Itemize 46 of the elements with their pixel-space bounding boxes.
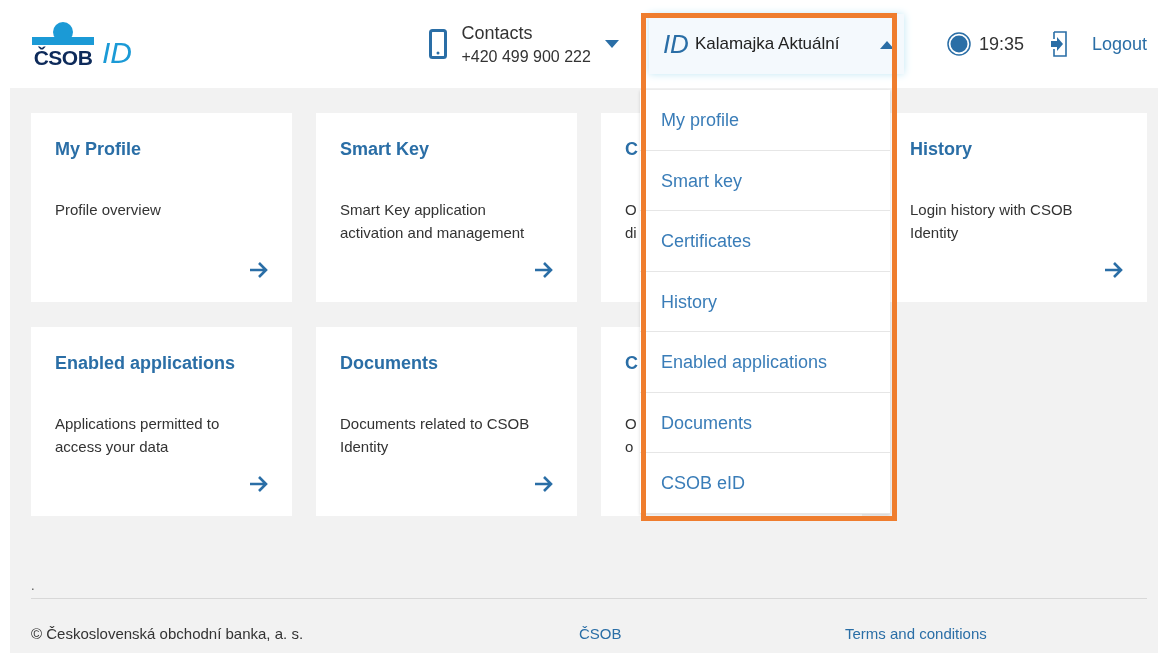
menu-item[interactable]: CSOB eID <box>640 453 890 514</box>
footer-link[interactable]: Terms and conditions <box>845 625 987 642</box>
card-background[interactable]: Enabled applications Applications permitted to access your data <box>31 327 292 516</box>
menu-item[interactable]: My profile <box>640 90 890 151</box>
card-description: O di <box>625 200 637 243</box>
contacts-title: Contacts <box>461 22 534 44</box>
menu-item[interactable]: Smart key <box>640 150 890 211</box>
card-title: Smart Key <box>340 139 430 160</box>
copyright-text: © Československá obchodní banka, a. s. <box>31 625 305 642</box>
footer-note: . <box>31 578 36 595</box>
card-background[interactable]: Documents Documents related to CSOB Identity <box>316 327 577 516</box>
card-title: Documents <box>340 353 438 374</box>
arrow-right-icon[interactable] <box>249 261 269 279</box>
card-title: C <box>625 139 638 160</box>
logo-suffix: ID <box>102 37 132 68</box>
card-title: Enabled applications <box>55 353 236 374</box>
status-icon <box>946 32 971 56</box>
logo-mark-icon <box>32 20 94 47</box>
menu-item[interactable]: History <box>640 271 890 332</box>
arrow-right-icon[interactable] <box>534 261 554 279</box>
arrow-right-icon[interactable] <box>1104 261 1124 279</box>
caret-icon[interactable] <box>604 39 619 49</box>
menu-item[interactable]: Enabled applications <box>640 332 890 393</box>
arrow-right-icon[interactable] <box>249 475 269 493</box>
card-title: History <box>910 139 972 160</box>
card-description: Login history with CSOB Identity <box>910 200 1074 243</box>
card-description: Documents related to CSOB Identity <box>340 414 531 457</box>
user-menu-button[interactable]: ID Kalamajka Aktuální <box>648 14 904 74</box>
logo-text: ČSOB <box>33 46 93 68</box>
phone-number: +420 499 900 222 <box>461 47 591 66</box>
card-description: Smart Key application activation and management <box>340 200 526 243</box>
logout-icon[interactable] <box>1049 31 1068 57</box>
card-background[interactable]: My Profile Profile overview <box>31 113 292 302</box>
card-title: C <box>625 353 638 374</box>
clock-time: 19:35 <box>978 33 1024 55</box>
card-title: My Profile <box>55 139 142 160</box>
card-description: Profile overview <box>55 200 161 220</box>
card-description: O o <box>625 414 637 457</box>
phone-icon <box>429 29 448 59</box>
logout-link[interactable]: Logout <box>1091 33 1147 55</box>
menu-item[interactable]: Documents <box>640 392 890 453</box>
footer-link[interactable]: ČSOB <box>579 625 622 642</box>
card-description: Applications permitted to access your data <box>55 414 221 457</box>
menu-item[interactable]: Certificates <box>640 211 890 272</box>
arrow-right-icon[interactable] <box>534 475 554 493</box>
card-background[interactable]: Smart Key Smart Key application activation and management <box>316 113 577 302</box>
